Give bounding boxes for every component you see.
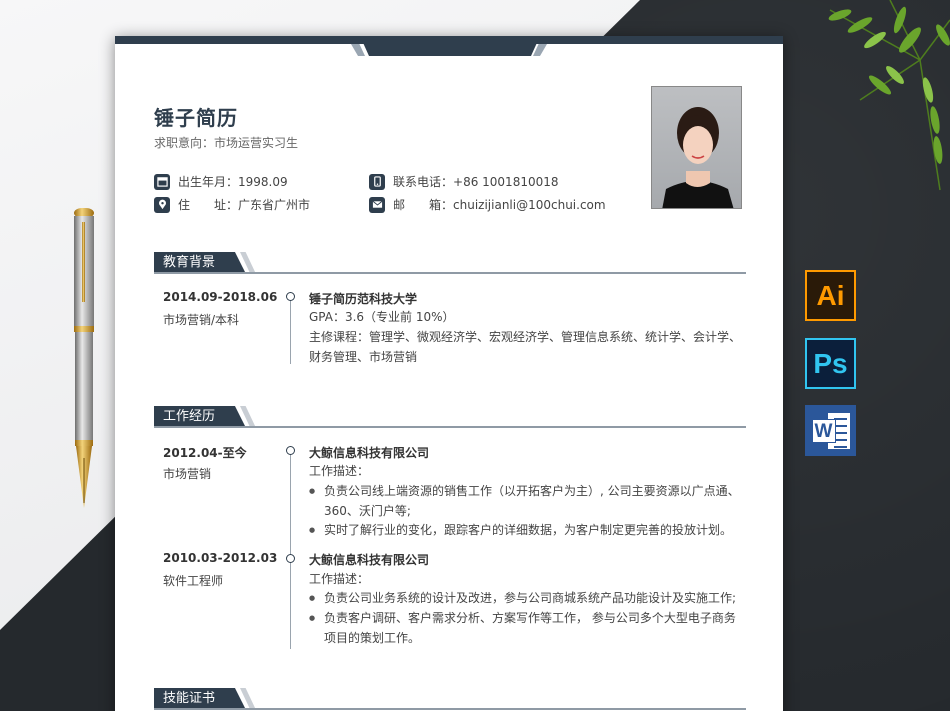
timeline-dot — [286, 292, 295, 301]
resume-page: 锤子简历 求职意向：市场运营实习生 出生年月： 1998.09 联系电话： +8… — [115, 36, 783, 711]
job-desc-label: 工作描述： — [309, 464, 370, 478]
education-school: 锤子简历范科技大学 — [309, 292, 418, 306]
timeline-education — [290, 296, 291, 364]
mail-icon — [369, 196, 385, 213]
photoshop-icon: Ps — [805, 338, 856, 389]
timeline-dot — [286, 554, 295, 563]
section-skills-title: 技能证书 — [154, 688, 246, 710]
info-address: 住 址： 广东省广州市 — [154, 196, 310, 213]
section-work-title: 工作经历 — [154, 406, 246, 428]
timeline-dot — [286, 446, 295, 455]
calendar-icon — [154, 173, 170, 190]
education-date: 2014.09-2018.06 — [163, 290, 278, 304]
job-bullet: 实时了解行业的变化，跟踪客户的详细数据，为客户制定更完善的投放计划。 — [309, 520, 747, 540]
timeline-work — [290, 449, 291, 649]
phone-value: +86 1001810018 — [453, 174, 559, 189]
section-skills-header: 技能证书 — [154, 688, 746, 710]
job-bullet: 负责客户调研、客户需求分析、方案写作等工作， 参与公司多个大型电子商务项目的策划… — [309, 608, 747, 648]
job-date: 2012.04-至今 — [163, 446, 247, 460]
job-bullet: 负责公司业务系统的设计及改进，参与公司商城系统产品功能设计及实施工作; — [309, 588, 747, 608]
profile-photo — [651, 86, 742, 209]
resume-name: 锤子简历 — [154, 106, 238, 130]
location-icon — [154, 196, 170, 213]
word-icon: W — [805, 405, 856, 456]
address-label: 住 址： — [178, 198, 239, 212]
job-date: 2010.03-2012.03 — [163, 551, 278, 565]
education-courses: 主修课程：管理学、微观经济学、宏观经济学、管理信息系统、统计学、会计学、财务管理… — [309, 330, 742, 364]
phone-icon — [369, 173, 385, 190]
email-label: 邮 箱： — [393, 198, 454, 212]
section-education-header: 教育背景 — [154, 252, 746, 274]
job-company: 大鲸信息科技有限公司 — [309, 446, 430, 460]
birth-value: 1998.09 — [238, 174, 288, 189]
section-work-header: 工作经历 — [154, 406, 746, 428]
pen-decoration — [74, 208, 94, 508]
education-gpa: GPA：3.6（专业前 10%） — [309, 310, 455, 324]
job-desc-label: 工作描述： — [309, 572, 370, 586]
info-birth: 出生年月： 1998.09 — [154, 173, 288, 190]
job-role: 软件工程师 — [163, 574, 224, 588]
job-company: 大鲸信息科技有限公司 — [309, 553, 430, 567]
address-value: 广东省广州市 — [238, 198, 311, 212]
birth-label: 出生年月： — [178, 175, 239, 189]
section-education-title: 教育背景 — [154, 252, 246, 274]
education-major: 市场营销/本科 — [163, 313, 240, 327]
info-phone: 联系电话： +86 1001810018 — [369, 173, 559, 190]
plant-decoration — [828, 0, 950, 191]
page-top-bar — [115, 36, 783, 56]
job-intent: 求职意向：市场运营实习生 — [154, 136, 299, 150]
info-email: 邮 箱： chuizijianli@100chui.com — [369, 196, 606, 213]
illustrator-icon: Ai — [805, 270, 856, 321]
job-role: 市场营销 — [163, 467, 212, 481]
word-letter: W — [811, 418, 836, 443]
phone-label: 联系电话： — [393, 175, 454, 189]
email-value: chuizijianli@100chui.com — [453, 197, 606, 212]
job-bullet: 负责公司线上端资源的销售工作（以开拓客户为主）, 公司主要资源以广点通、360、… — [309, 481, 747, 521]
